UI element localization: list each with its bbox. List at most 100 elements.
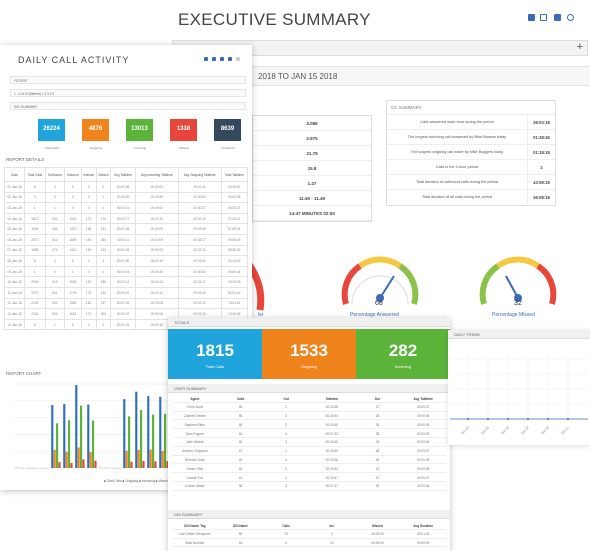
document-icon[interactable] [540,14,547,21]
table-cell: 00:00:06 [416,414,430,419]
table-header: Missed [372,523,383,528]
table-cell: Call Centre Reception [179,532,211,537]
table-cell: 172 [80,212,97,225]
ddi-summary-bar: DDI SUMMARY [168,510,450,519]
table-cell: 1 [95,191,112,204]
svg-text:Jan 03: Jan 03 [480,425,490,435]
bookmark-icon[interactable] [528,14,535,21]
table-cell: 0 [95,181,112,193]
table-cell: 00:01:49 [134,255,179,267]
table-cell: 187 [80,276,97,288]
table-cell: 0 [80,181,97,193]
table-cell: 254 [95,233,112,246]
table-cell: 00:02:16 [134,212,179,225]
table-cell: 182 [80,297,97,310]
table-row: Brenda Grant 45 4 00:03:38 46 00:00:05 [172,456,446,465]
table-cell: 1872 [24,212,46,225]
table-cell: 04-Jan-18 [3,212,26,225]
filter-row[interactable]: 1 - 2 of 10 (filtered) 1 2 3 4 5 [10,89,246,97]
table-cell: 50 [238,532,243,537]
table-cell: 2470 [24,233,46,246]
tile-value: 1533 [290,341,328,360]
settings-icon[interactable] [228,57,232,61]
table-cell: 03-Jan-18 [3,202,26,214]
table-cell: 00:02:17 [177,233,222,246]
cc-row: Calls answered each hour during the peri… [387,114,555,129]
chart-bar [82,459,85,468]
table-cell: 65:30:22 [220,244,249,257]
filter-row[interactable]: DAY SUMMARY [10,102,246,110]
table-cell: 38 [375,414,380,419]
table-cell: 00:02:09 [110,297,136,310]
table-cell: 00:00:00 [177,265,222,278]
details-label: REPORT DETAILS [6,157,45,162]
table-cell: 00:02:05 [110,244,136,257]
table-header: Outbound [44,167,66,182]
table-row: 03-Jan-18 1 1 0 0 0 00:00:21 00:00:00 00:00:21 00… [3,202,249,214]
table-header: DDI Name [232,523,249,528]
refresh-icon[interactable] [236,57,240,61]
table-cell: 00:20:50 [325,414,339,419]
daily-table: Date Total Calls Outbound Inbound Internal Mi… [3,167,249,331]
mail-icon[interactable] [554,14,561,21]
trend-chart-panel: DAILY TREND Jan 01 Jan 03 Jan 05 Jan 07 Ja… [448,330,590,445]
table-cell: 2 [44,181,66,193]
table-header: Agent [190,396,200,401]
document-icon[interactable] [212,57,216,61]
table-cell: 1 [64,265,82,278]
chart-bar [161,451,164,468]
table-cell: 2270 [24,286,46,299]
table-cell: 47 [238,449,243,454]
table-cell: Collette Greene [183,414,206,419]
table-cell: Chris Scott [187,405,203,410]
totals-bar: TOTALS [168,318,450,327]
table-cell: 00:00:07 [416,405,430,410]
table-cell: 2 [285,475,288,480]
summary-value: 15.8 [253,161,371,176]
table-cell: 09-Jan-18 [3,265,26,278]
table-cell: 00:07:37 [325,484,339,489]
expand-plus-icon[interactable]: + [577,41,583,53]
table-header: Total Calls [24,167,46,182]
cc-row: Calls in the 4-hour period 2 [387,159,555,174]
table-cell: 541 [44,286,66,299]
table-cell: 550 [44,297,66,310]
cc-desc: Total duration of outbound calls during … [415,180,499,184]
table-cell: 186 [95,276,112,288]
kpi-tile: 13013 [126,119,153,141]
kpi-tile: 8639 [214,119,241,141]
table-cell: 00:02:03 [134,244,179,257]
table-cell: 3 [64,191,82,204]
daily-title: DAILY CALL ACTIVITY [18,55,130,65]
table-cell: 13-Jan-18 [3,308,26,320]
kpi-tile: 4876 [82,119,109,141]
bookmark-icon[interactable] [204,57,208,61]
table-cell: 1330 [64,212,82,225]
table-cell: 70 [284,532,288,537]
table-header-row: DDI Name Tag DDI Name Calls Inc Missed Avg Du… [172,521,446,530]
cc-desc: Calls answered each hour during the peri… [420,120,494,124]
table-cell: 8 [24,181,46,193]
table-cell: 00:00:44 [110,265,136,278]
table-cell: 48 [238,422,243,427]
filter-row[interactable]: FILTERS [10,76,246,84]
agent-summary-bar: USER SUMMARY [168,384,450,393]
table-cell: 6 [285,541,288,546]
table-row: 08-Jan-18 8 2 6 0 2 00:01:50 00:01:49 00:01:52 00… [3,255,249,267]
table-cell: 00:00:07 [416,449,430,454]
cc-value: 36:08:18 [527,190,555,204]
table-cell: 1 [24,202,46,214]
table-cell: 00:02:07 [110,308,136,320]
chart-bar [87,404,90,468]
refresh-icon[interactable] [567,14,574,21]
svg-text:Jan 05: Jan 05 [500,425,510,435]
mail-icon[interactable] [220,57,224,61]
table-cell: 71:23:41 [220,212,249,225]
kpi-label: Missed [179,146,189,150]
table-header-row: Agent Calls Out Talktime Dur Avg Talktime [172,394,446,403]
table-row: Jack Nimble 40 3 00:03:49 44 00:00:06 [172,438,446,447]
table-cell: 08-Jan-18 [3,255,26,267]
table-row: Sam Rogers 46 4 00:07:32 35 00:00:03 [172,429,446,438]
table-cell: 14-Jan-18 [3,318,26,331]
table-header: Avg Duration [413,523,434,528]
